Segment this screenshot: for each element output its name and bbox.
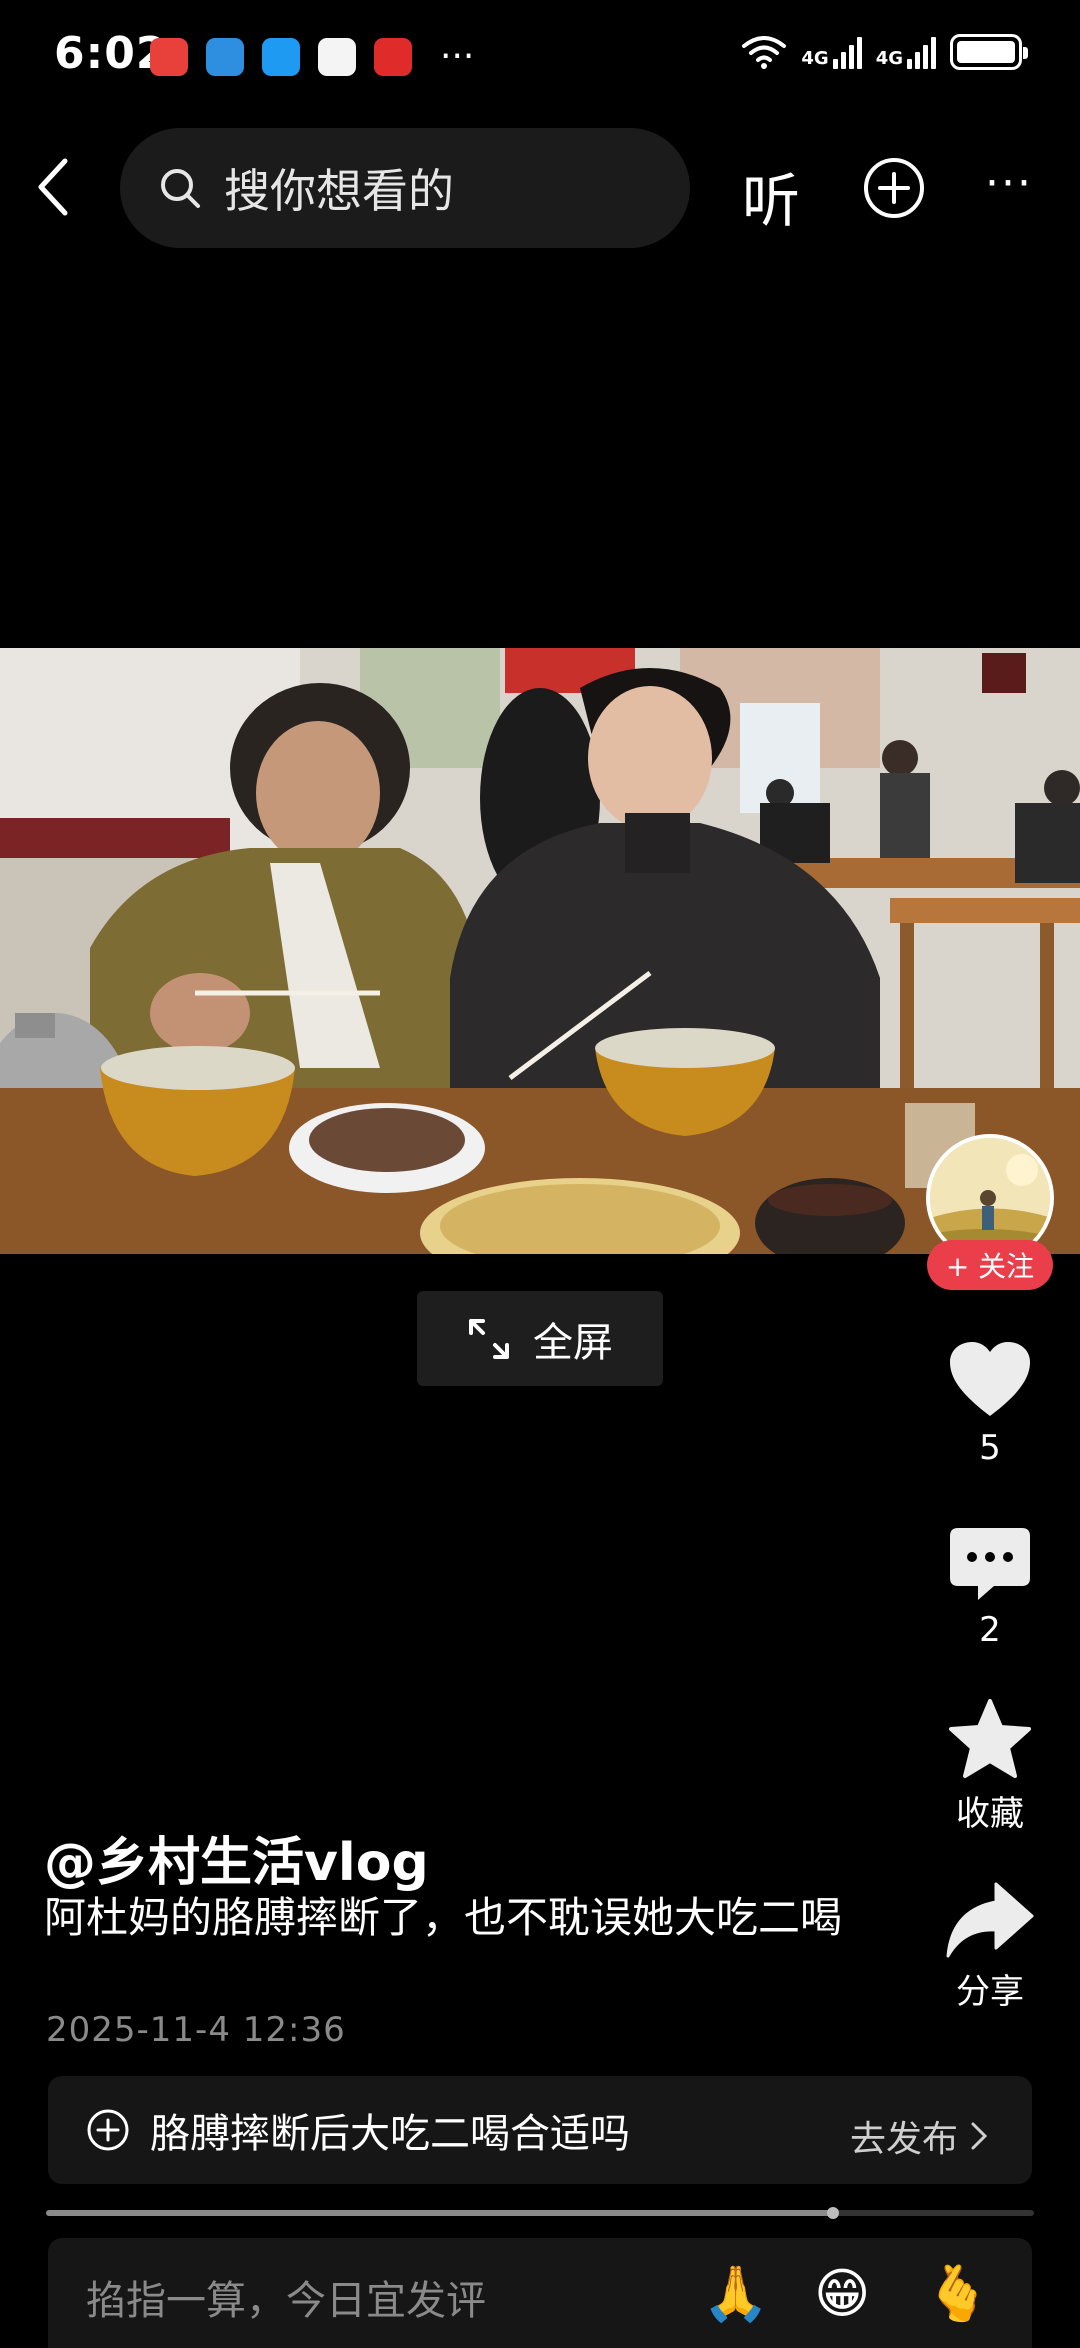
comment-bubble-icon [950,1528,1030,1600]
publish-button[interactable]: 去发布 [850,2110,988,2162]
fullscreen-button[interactable]: 全屏 [417,1291,663,1386]
pray-emoji-button[interactable]: 🙏 [702,2264,769,2324]
cell-signal-2: 4G [876,35,936,69]
more-options-button[interactable]: ··· [985,158,1033,209]
store-app-icon [318,38,356,76]
add-circle-icon [87,2109,129,2151]
message-app-icon [262,38,300,76]
notification-icons: ··· [150,38,474,76]
fullscreen-label: 全屏 [533,1319,613,1366]
add-circle-icon[interactable] [862,156,926,220]
progress-fill [46,2210,834,2216]
expand-icon [469,1318,509,1359]
comment-count: 2 [979,1610,1001,1650]
topic-text: 胳膊摔断后大吃二喝合适吗 [150,2111,630,2157]
comment-bar: 掐指一算，今日宜发评 🙏 😁 🫰 [48,2238,1032,2348]
comment-input[interactable]: 掐指一算，今日宜发评 [86,2268,486,2326]
shopping-app-icon [150,38,188,76]
signal-bars-icon [832,35,862,69]
search-input[interactable]: 搜你想看的 [120,128,690,248]
top-nav: 搜你想看的 听 ··· [0,128,1080,248]
chevron-left-icon [38,158,68,216]
grin-emoji-button[interactable]: 😁 [814,2264,870,2324]
search-icon [161,169,200,208]
browser-app-icon [206,38,244,76]
video-description: 阿杜妈的胳膊摔断了，也不耽误她大吃二喝 [44,1893,843,1942]
network-type-1: 4G [801,48,829,69]
progress-thumb[interactable] [827,2207,840,2219]
heart-icon [950,1342,1030,1416]
topic-prompt[interactable]: 胳膊摔断后大吃二喝合适吗 去发布 [48,2076,1032,2184]
share-label: 分享 [956,1972,1024,2012]
signal-bars-icon [907,35,936,69]
publish-label: 去发布 [849,2119,958,2160]
follow-button[interactable]: + 关注 [927,1240,1053,1290]
video-player[interactable] [0,648,1080,1254]
like-count: 5 [979,1428,1001,1468]
like-action[interactable]: 5 [940,1340,1040,1468]
cell-signal-1: 4G [801,35,862,69]
finger-heart-emoji-button[interactable]: 🫰 [924,2264,991,2324]
status-indicators: 4G 4G [741,34,1028,70]
listen-button[interactable]: 听 [742,154,800,238]
share-arrow-icon [946,1882,1034,1958]
post-date: 2025-11-4 12:36 [46,2010,346,2050]
comment-action[interactable]: 2 [940,1526,1040,1650]
video-frame-image [0,648,1080,1254]
star-icon [949,1699,1031,1778]
network-type-2: 4G [875,48,903,69]
battery-icon [950,34,1028,70]
favorite-label: 收藏 [956,1794,1024,1834]
more-notifications-icon: ··· [440,36,475,77]
chevron-right-icon [971,2122,988,2150]
favorite-action[interactable]: 收藏 [940,1698,1040,1835]
wifi-icon [742,36,787,69]
share-action[interactable]: 分享 [940,1882,1040,2013]
status-bar: 6:02 ··· 4G 4G [0,0,1080,116]
back-button[interactable] [22,152,82,222]
video-progress-bar[interactable] [46,2207,1034,2219]
lottery-app-icon [374,38,412,76]
search-placeholder: 搜你想看的 [224,164,454,218]
author-name[interactable]: @乡村生活vlog [44,1820,429,1895]
